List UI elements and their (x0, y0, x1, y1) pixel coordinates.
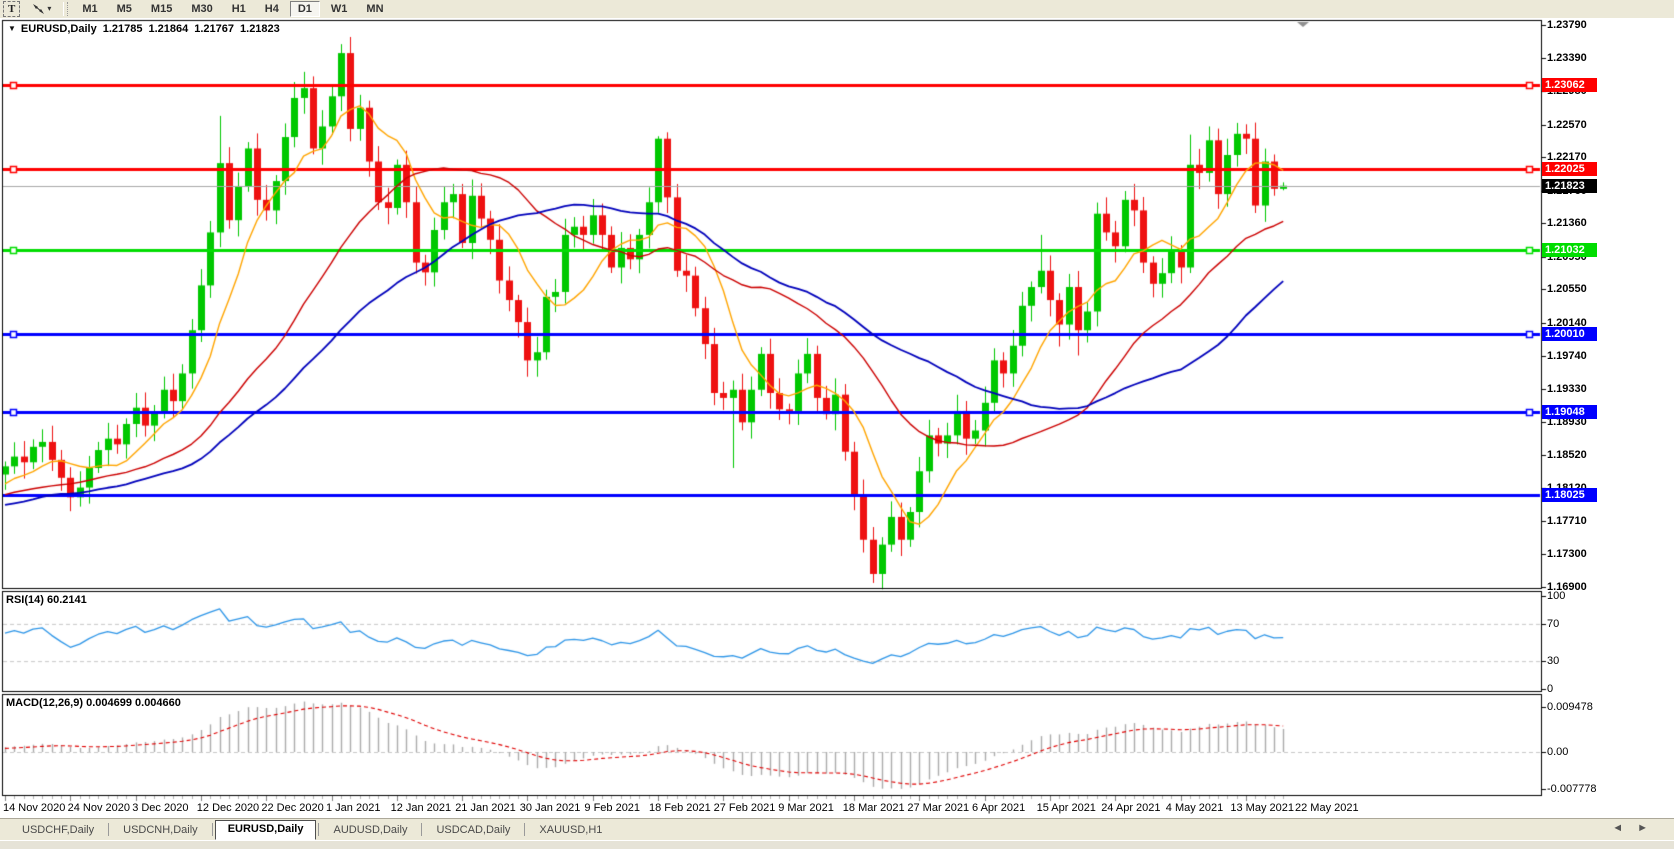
chart-tab-bar: USDCHF,Daily USDCNH,Daily EURUSD,DailyAUDU… (0, 818, 1674, 840)
bottom-scroll-strip[interactable] (0, 840, 1674, 849)
toolbar: T ▾ M1M5M15M30H1H4D1W1MN (0, 0, 1674, 19)
tab-scroll-right-icon[interactable]: ► (1637, 822, 1662, 834)
timeframe-button-m5[interactable]: M5 (109, 1, 140, 17)
chart-tab-audusd[interactable]: AUDUSD,Daily (321, 821, 419, 840)
chart-tab-usdchf[interactable]: USDCHF,Daily (10, 821, 106, 840)
timeframe-button-group: M1M5M15M30H1H4D1W1MN (74, 1, 394, 17)
text-tool-button[interactable]: T (3, 1, 20, 17)
timeframe-button-m30[interactable]: M30 (183, 1, 220, 17)
tab-divider (212, 823, 213, 836)
timeframe-button-h1[interactable]: H1 (224, 1, 254, 17)
chart-tab-eurusd[interactable]: EURUSD,Daily (215, 820, 317, 840)
tab-scroll-arrows: ◄► (1612, 822, 1662, 834)
tab-divider (421, 823, 422, 836)
timeframe-button-h4[interactable]: H4 (257, 1, 287, 17)
mt4-application-window: T ▾ M1M5M15M30H1H4D1W1MN ▼EURUSD,Daily1.… (0, 0, 1674, 849)
tab-divider (524, 823, 525, 836)
timeframe-button-mn[interactable]: MN (358, 1, 391, 17)
tab-divider (318, 823, 319, 836)
toolbar-grip (63, 2, 68, 16)
timeframe-button-w1[interactable]: W1 (323, 1, 356, 17)
chart-canvas[interactable] (0, 18, 1674, 849)
chevron-down-icon: ▾ (47, 2, 51, 16)
tab-divider (108, 823, 109, 836)
timeframe-button-d1[interactable]: D1 (290, 1, 320, 17)
chart-tab-xauusd[interactable]: XAUUSD,H1 (527, 821, 614, 840)
arrows-icon (32, 3, 45, 15)
chart-tab-usdcad[interactable]: USDCAD,Daily (424, 821, 522, 840)
timeframe-button-m1[interactable]: M1 (74, 1, 105, 17)
arrow-styles-button[interactable]: ▾ (28, 2, 55, 16)
chart-window: ▼EURUSD,Daily1.217851.218641.217671.2182… (0, 18, 1674, 818)
chart-tab-usdcnh[interactable]: USDCNH,Daily (111, 821, 210, 840)
timeframe-button-m15[interactable]: M15 (143, 1, 180, 17)
tab-scroll-left-icon[interactable]: ◄ (1612, 822, 1637, 834)
